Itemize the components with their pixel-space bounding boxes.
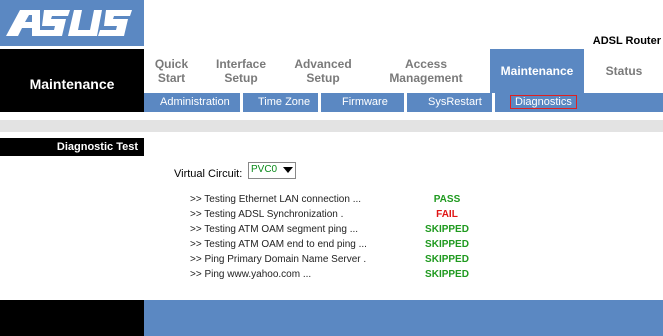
test-row: >> Ping Primary Domain Name Server . SKI…: [190, 254, 520, 270]
virtual-circuit-label: Virtual Circuit:: [174, 168, 243, 180]
tab-status[interactable]: Status: [592, 49, 656, 93]
tab-advanced-setup[interactable]: Advanced Setup: [288, 49, 358, 93]
tab-label: Advanced Setup: [294, 57, 352, 85]
tab-label: Quick Start: [154, 57, 189, 85]
test-description: >> Ping Primary Domain Name Server .: [190, 254, 367, 265]
virtual-circuit-value: PVC0: [251, 164, 278, 175]
test-description: >> Testing ATM OAM segment ping ...: [190, 224, 359, 235]
subnav-sysrestart[interactable]: SysRestart: [428, 93, 482, 112]
subnav-diagnostics-label: Diagnostics: [510, 95, 577, 109]
dropdown-arrow-icon: [283, 167, 293, 173]
test-description: >> Testing ADSL Synchronization .: [190, 209, 344, 220]
divider-bar: [0, 120, 663, 132]
product-name: ADSL Router: [592, 35, 661, 47]
test-status: PASS: [433, 194, 461, 205]
tab-label: Status: [605, 64, 643, 78]
test-row: >> Testing ATM OAM end to end ping ... S…: [190, 239, 520, 255]
test-status: SKIPPED: [425, 224, 469, 235]
subnav-divider: [318, 93, 321, 112]
tab-interface-setup[interactable]: Interface Setup: [206, 49, 276, 93]
tab-quick-start[interactable]: Quick Start: [144, 49, 199, 93]
test-row: >> Testing ATM OAM segment ping ... SKIP…: [190, 224, 520, 240]
page-title: Maintenance: [29, 76, 115, 92]
subnav-time-zone[interactable]: Time Zone: [258, 93, 310, 112]
spacer: [0, 112, 663, 120]
main-nav: Quick Start Interface Setup Advanced Set…: [144, 49, 663, 93]
subnav-divider: [492, 93, 495, 112]
footer-left: [0, 300, 144, 336]
test-status: FAIL: [436, 209, 458, 220]
asus-logo: [0, 0, 144, 46]
virtual-circuit-select[interactable]: PVC0: [248, 162, 296, 179]
tab-label: Access Management: [389, 57, 463, 85]
tab-maintenance[interactable]: Maintenance: [490, 49, 584, 93]
test-status: SKIPPED: [425, 269, 469, 280]
tab-label: Maintenance: [500, 64, 574, 78]
asus-logo-graphic: [6, 10, 132, 36]
test-row: >> Ping www.yahoo.com ... SKIPPED: [190, 269, 520, 285]
subnav-diagnostics[interactable]: Diagnostics: [510, 93, 577, 112]
tab-access-management[interactable]: Access Management: [376, 49, 476, 93]
section-label: Diagnostic Test: [56, 141, 138, 153]
test-description: >> Ping www.yahoo.com ...: [190, 269, 312, 280]
test-status: SKIPPED: [425, 239, 469, 250]
subnav-administration[interactable]: Administration: [160, 93, 230, 112]
subnav-divider: [404, 93, 407, 112]
test-row: >> Testing ADSL Synchronization . FAIL: [190, 209, 520, 225]
tab-label: Interface Setup: [215, 57, 267, 85]
test-row: >> Testing Ethernet LAN connection ... P…: [190, 194, 520, 210]
subnav-divider: [240, 93, 243, 112]
test-description: >> Testing Ethernet LAN connection ...: [190, 194, 362, 205]
footer-right: [144, 300, 663, 336]
test-status: SKIPPED: [425, 254, 469, 265]
subnav-firmware[interactable]: Firmware: [342, 93, 388, 112]
sub-nav: Administration Time Zone Firmware SysRes…: [144, 93, 663, 112]
test-description: >> Testing ATM OAM end to end ping ...: [190, 239, 367, 250]
